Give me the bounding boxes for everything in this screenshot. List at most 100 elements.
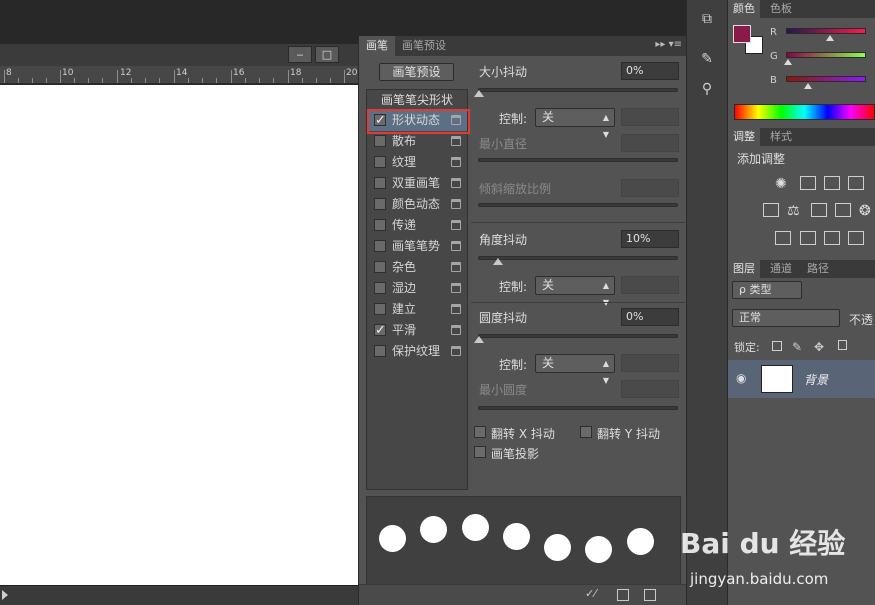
blend-mode-dropdown[interactable]: 正常 — [732, 309, 840, 327]
lock-icon[interactable] — [451, 178, 461, 188]
lock-icon[interactable] — [451, 346, 461, 356]
lock-position-icon[interactable]: ✥ — [814, 340, 830, 354]
channel-mixer-icon[interactable]: ❂ — [859, 203, 875, 219]
angle-jitter-input[interactable]: 10% — [621, 230, 679, 248]
green-slider-thumb[interactable] — [783, 59, 792, 65]
tab-styles[interactable]: 样式 — [765, 128, 797, 146]
brush-option-row[interactable]: 颜色动态 — [367, 194, 467, 215]
scroll-left-arrow-icon[interactable] — [2, 590, 8, 600]
roundness-jitter-thumb[interactable] — [474, 336, 484, 343]
roundness-jitter-input[interactable]: 0% — [621, 308, 679, 326]
angle-control-dropdown[interactable]: 关 ▲▼ — [535, 276, 615, 307]
tab-layers[interactable]: 图层 — [728, 260, 760, 278]
tab-swatches[interactable]: 色板 — [765, 0, 797, 18]
brush-projection-checkbox[interactable] — [474, 446, 486, 458]
brush-tip-shape-item[interactable]: 画笔笔尖形状 — [367, 90, 467, 110]
blue-slider-thumb[interactable] — [804, 83, 813, 89]
lock-all-icon[interactable] — [838, 340, 847, 350]
brush-option-checkbox[interactable] — [374, 156, 386, 168]
horizontal-scrollbar[interactable] — [0, 585, 358, 605]
size-jitter-slider[interactable] — [478, 88, 678, 92]
size-jitter-input[interactable]: 0% — [621, 62, 679, 80]
green-slider[interactable] — [786, 52, 866, 58]
lock-icon[interactable] — [451, 283, 461, 293]
brush-option-checkbox[interactable] — [374, 320, 386, 341]
brush-option-row[interactable]: 平滑 — [367, 320, 467, 341]
flip-x-checkbox[interactable] — [474, 426, 486, 438]
roundness-jitter-slider[interactable] — [478, 334, 678, 338]
lock-icon[interactable] — [451, 304, 461, 314]
posterize-icon[interactable] — [800, 231, 816, 245]
brush-option-row[interactable]: 杂色 — [367, 257, 467, 278]
angle-jitter-slider[interactable] — [478, 256, 678, 260]
tab-color[interactable]: 颜色 — [728, 0, 760, 18]
brush-option-checkbox[interactable] — [374, 303, 386, 315]
lock-icon[interactable] — [451, 136, 461, 146]
size-control-dropdown[interactable]: 关 ▲ ▼ — [535, 108, 615, 139]
create-new-brush-icon[interactable] — [644, 589, 656, 601]
black-white-icon[interactable] — [811, 203, 827, 217]
tab-brush[interactable]: 画笔 — [359, 36, 395, 56]
lock-icon[interactable] — [451, 262, 461, 272]
brush-option-checkbox[interactable] — [374, 240, 386, 252]
brush-option-checkbox[interactable] — [374, 219, 386, 231]
angle-jitter-thumb[interactable] — [493, 258, 503, 265]
red-slider[interactable] — [786, 28, 866, 34]
red-slider-thumb[interactable] — [826, 35, 834, 41]
brush-option-row[interactable]: 建立 — [367, 299, 467, 320]
tab-channels[interactable]: 通道 — [765, 260, 797, 278]
brush-option-checkbox[interactable] — [374, 261, 386, 273]
layer-row[interactable]: ◉ 背景 — [728, 360, 875, 398]
lock-image-pixels-icon[interactable]: ✎ — [792, 340, 808, 354]
lock-icon[interactable] — [451, 157, 461, 167]
lock-icon[interactable] — [451, 220, 461, 230]
size-jitter-thumb[interactable] — [474, 90, 484, 97]
brush-option-checkbox[interactable] — [374, 345, 386, 357]
tab-adjustments[interactable]: 调整 — [728, 128, 760, 146]
color-balance-icon[interactable]: ⚖ — [787, 203, 803, 219]
photo-filter-icon[interactable] — [835, 203, 851, 217]
exposure-icon[interactable] — [848, 176, 864, 190]
minimize-button[interactable]: ‒ — [288, 46, 312, 63]
foreground-color-swatch[interactable] — [733, 25, 751, 43]
threshold-icon[interactable] — [824, 231, 840, 245]
panel-menu-icon[interactable]: ▸▸ ▾≡ — [655, 39, 682, 50]
tab-paths[interactable]: 路径 — [802, 260, 834, 278]
invert-icon[interactable] — [775, 231, 791, 245]
brush-option-checkbox[interactable] — [374, 282, 386, 294]
brightness-contrast-icon[interactable]: ✺ — [775, 176, 791, 192]
brush-option-checkbox[interactable] — [374, 177, 386, 189]
layer-filter-dropdown[interactable]: ρ 类型 — [732, 281, 802, 299]
document-canvas[interactable] — [0, 85, 358, 585]
clone-source-icon[interactable]: ⚲ — [696, 78, 718, 100]
lock-icon[interactable] — [451, 199, 461, 209]
brush-option-row[interactable]: 散布 — [367, 131, 467, 152]
brush-option-row[interactable]: 纹理 — [367, 152, 467, 173]
blue-slider[interactable] — [786, 76, 866, 82]
levels-icon[interactable] — [800, 176, 816, 190]
brush-panel-icon[interactable]: ✎ — [696, 48, 718, 70]
roundness-control-dropdown[interactable]: 关 ▲ ▼ — [535, 354, 615, 385]
brush-option-row[interactable]: 传递 — [367, 215, 467, 236]
maximize-button[interactable]: □ — [315, 46, 339, 63]
brush-option-checkbox[interactable] — [374, 198, 386, 210]
lock-icon[interactable] — [451, 325, 461, 335]
toggle-bristle-preview-icon[interactable]: ✓⁄ — [585, 587, 597, 600]
vibrance-icon[interactable] — [763, 203, 779, 217]
lock-icon[interactable] — [451, 241, 461, 251]
brush-option-row[interactable]: 双重画笔 — [367, 173, 467, 194]
lock-transparent-pixels-icon[interactable] — [772, 341, 782, 351]
history-panel-icon[interactable]: ⧉ — [696, 8, 718, 30]
brush-presets-button[interactable]: 画笔预设 — [379, 63, 454, 81]
brush-option-row[interactable]: 湿边 — [367, 278, 467, 299]
color-spectrum-ramp[interactable] — [734, 104, 875, 120]
curves-icon[interactable] — [824, 176, 840, 190]
visibility-eye-icon[interactable]: ◉ — [736, 371, 746, 385]
tab-brush-presets[interactable]: 画笔预设 — [395, 36, 453, 56]
brush-option-row[interactable]: 画笔笔势 — [367, 236, 467, 257]
brush-option-checkbox[interactable] — [374, 135, 386, 147]
gradient-map-icon[interactable] — [848, 231, 864, 245]
open-preset-manager-icon[interactable] — [617, 589, 629, 601]
brush-option-row[interactable]: 保护纹理 — [367, 341, 467, 362]
flip-y-checkbox[interactable] — [580, 426, 592, 438]
